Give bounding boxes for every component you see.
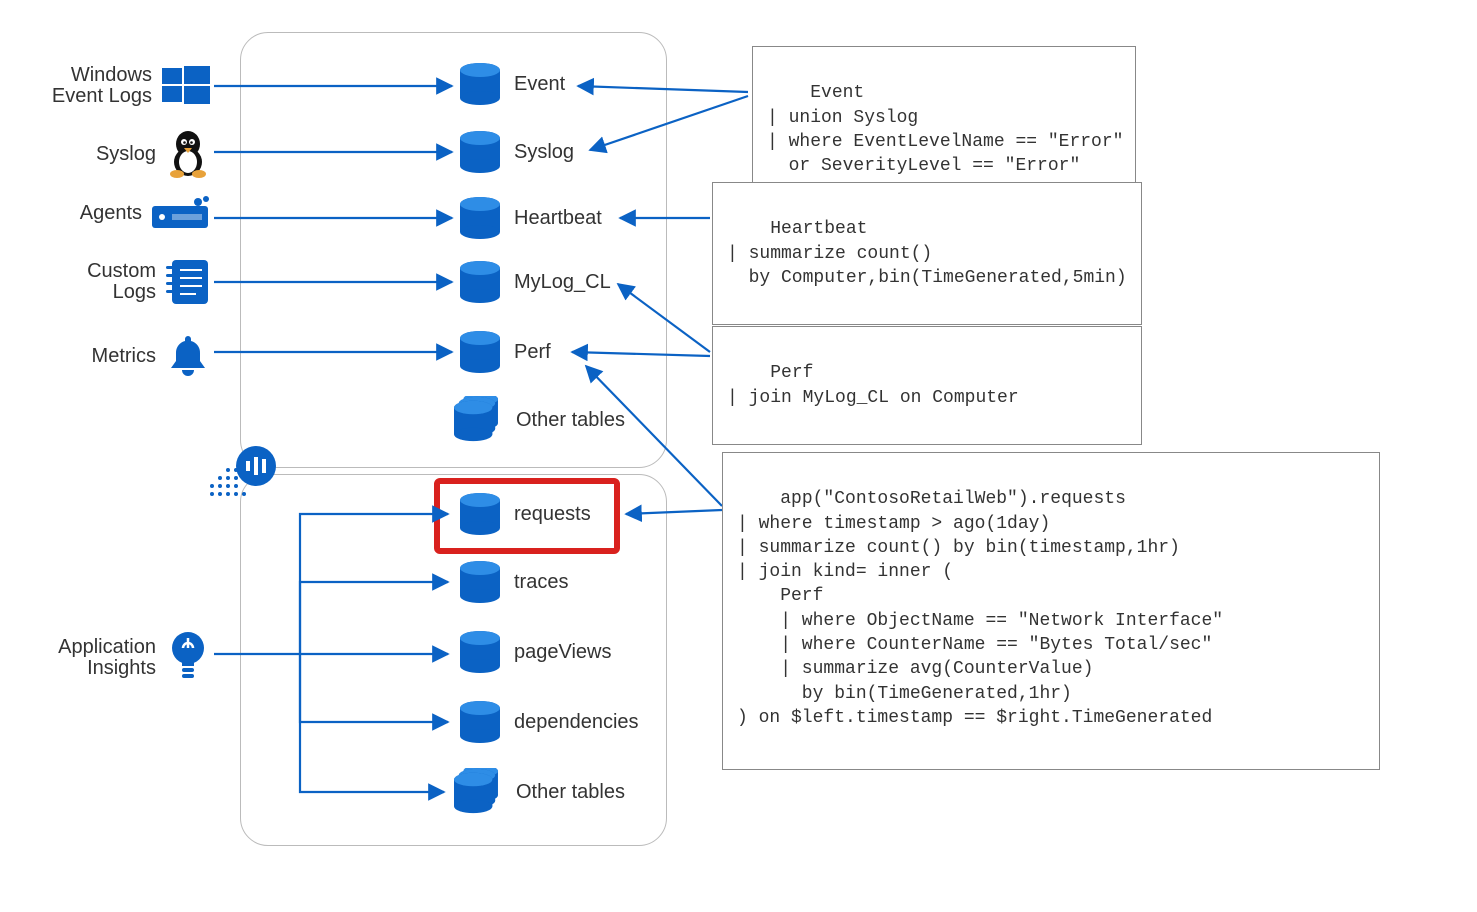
text: Application bbox=[58, 636, 156, 658]
source-app-insights: Application Insights bbox=[20, 630, 210, 686]
source-metrics-label: Metrics bbox=[92, 346, 156, 367]
database-icon bbox=[458, 630, 502, 674]
table-traces: traces bbox=[458, 560, 568, 604]
bell-icon bbox=[166, 332, 210, 380]
table-perf-label: Perf bbox=[514, 341, 551, 364]
database-icon bbox=[458, 130, 502, 174]
query-text: Heartbeat | summarize count() by Compute… bbox=[727, 219, 1127, 288]
table-perf: Perf bbox=[458, 330, 551, 374]
notebook-icon bbox=[166, 258, 210, 306]
table-other-top-label: Other tables bbox=[516, 409, 625, 432]
lightbulb-icon bbox=[166, 630, 210, 686]
table-syslog: Syslog bbox=[458, 130, 574, 174]
database-icon bbox=[458, 330, 502, 374]
table-mylog-label: MyLog_CL bbox=[514, 271, 611, 294]
table-syslog-label: Syslog bbox=[514, 141, 574, 164]
text: Windows bbox=[71, 64, 152, 86]
table-heartbeat: Heartbeat bbox=[458, 196, 602, 240]
table-requests-label: requests bbox=[514, 503, 591, 526]
database-icon bbox=[458, 196, 502, 240]
text: Insights bbox=[87, 657, 156, 679]
table-other-bot: Other tables bbox=[452, 768, 625, 816]
text: Event Logs bbox=[52, 85, 152, 107]
table-dependencies: dependencies bbox=[458, 700, 639, 744]
source-agents: Agents bbox=[20, 196, 210, 230]
table-traces-label: traces bbox=[514, 571, 568, 594]
table-other-bot-label: Other tables bbox=[516, 781, 625, 804]
source-agents-label: Agents bbox=[80, 203, 142, 224]
table-dependencies-label: dependencies bbox=[514, 711, 639, 734]
source-syslog-label: Syslog bbox=[96, 144, 156, 165]
table-event-label: Event bbox=[514, 73, 565, 96]
query-text: Perf | join MyLog_CL on Computer bbox=[727, 363, 1019, 407]
database-icon bbox=[458, 62, 502, 106]
database-icon bbox=[458, 560, 502, 604]
query-box-perf-join: Perf | join MyLog_CL on Computer bbox=[712, 326, 1142, 445]
diagram-stage: Windows Event Logs Syslog Agents Custom bbox=[0, 0, 1477, 912]
table-other-top: Other tables bbox=[452, 396, 625, 444]
linux-penguin-icon bbox=[166, 130, 210, 178]
query-text: Event | union Syslog | where EventLevelN… bbox=[767, 83, 1123, 176]
table-requests: requests bbox=[458, 492, 591, 536]
table-mylog: MyLog_CL bbox=[458, 260, 611, 304]
windows-icon bbox=[162, 62, 210, 110]
source-app-insights-label: Application Insights bbox=[58, 637, 156, 679]
multi-database-icon bbox=[452, 396, 504, 444]
source-metrics: Metrics bbox=[20, 332, 210, 380]
text: Logs bbox=[113, 281, 156, 303]
query-text: app("ContosoRetailWeb").requests | where… bbox=[737, 489, 1223, 728]
table-heartbeat-label: Heartbeat bbox=[514, 207, 602, 230]
text: Custom bbox=[87, 260, 156, 282]
analytics-badge-icon bbox=[236, 446, 276, 486]
table-pageviews-label: pageViews bbox=[514, 641, 611, 664]
multi-database-icon bbox=[452, 768, 504, 816]
source-custom-logs: Custom Logs bbox=[20, 258, 210, 306]
source-windows-label: Windows Event Logs bbox=[52, 65, 152, 107]
source-syslog: Syslog bbox=[20, 130, 210, 178]
server-icon bbox=[152, 196, 210, 230]
source-custom-logs-label: Custom Logs bbox=[87, 261, 156, 303]
database-icon bbox=[458, 700, 502, 744]
table-event: Event bbox=[458, 62, 565, 106]
source-windows: Windows Event Logs bbox=[20, 62, 210, 110]
query-box-heartbeat: Heartbeat | summarize count() by Compute… bbox=[712, 182, 1142, 325]
query-box-appinsights: app("ContosoRetailWeb").requests | where… bbox=[722, 452, 1380, 770]
database-icon bbox=[458, 260, 502, 304]
table-pageviews: pageViews bbox=[458, 630, 611, 674]
database-icon bbox=[458, 492, 502, 536]
